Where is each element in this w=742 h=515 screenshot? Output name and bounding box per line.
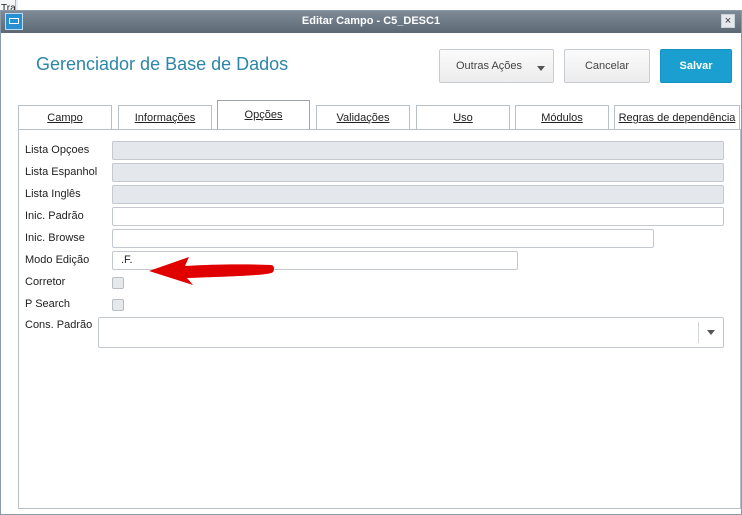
tab-validacoes[interactable]: Validações [316,105,410,129]
opcoes-panel: Lista Opçoes Lista Espanhol Lista Inglês… [18,129,741,509]
corretor-checkbox[interactable] [112,277,124,289]
corretor-label: Corretor [25,276,66,288]
inic-browse-label: Inic. Browse [25,232,85,244]
save-button[interactable]: Salvar [660,49,732,83]
app-title: Gerenciador de Base de Dados [36,54,289,74]
inic-browse-input[interactable] [112,229,654,248]
outras-acoes-label: Outras Ações [456,60,523,72]
dialog-title: Editar Campo - C5_DESC1 [301,15,441,27]
inic-padrao-label: Inic. Padrão [25,210,84,222]
tab-uso[interactable]: Uso [416,105,510,129]
tab-campo[interactable]: Campo [18,105,112,129]
lista-espanhol-label: Lista Espanhol [25,166,98,178]
lista-ingles-field [112,185,724,204]
chevron-down-icon [537,66,545,71]
dialog-titlebar[interactable]: Editar Campo - C5_DESC1 × [1,11,741,33]
p-search-checkbox[interactable] [112,299,124,311]
outras-acoes-button[interactable]: Outras Ações [439,49,554,83]
tab-regras-dependencia[interactable]: Regras de dependência [614,105,740,129]
cancel-button[interactable]: Cancelar [564,49,650,83]
edit-field-dialog: Editar Campo - C5_DESC1 × Gerenciador de… [0,10,742,515]
cons-padrao-select[interactable] [98,317,724,348]
cons-padrao-label: Cons. Padrão [25,319,93,331]
select-divider [698,322,699,343]
lista-opcoes-label: Lista Opçoes [25,144,90,156]
p-search-label: P Search [25,298,71,310]
red-arrow-annotation [149,257,275,285]
chevron-down-icon [707,330,715,335]
tab-opcoes[interactable]: Opções [217,100,310,129]
inic-padrao-input[interactable] [112,207,724,226]
lista-ingles-label: Lista Inglês [25,188,81,200]
dialog-header: Gerenciador de Base de Dados Outras Açõe… [1,33,741,105]
close-button[interactable]: × [721,14,735,28]
tab-bar: Campo Informações Opções Validações Uso … [1,99,741,129]
tab-modulos[interactable]: Módulos [515,105,609,129]
modo-edicao-label: Modo Edição [25,254,90,266]
lista-opcoes-field [112,141,724,160]
lista-espanhol-field [112,163,724,182]
tab-informacoes[interactable]: Informações [118,105,212,129]
